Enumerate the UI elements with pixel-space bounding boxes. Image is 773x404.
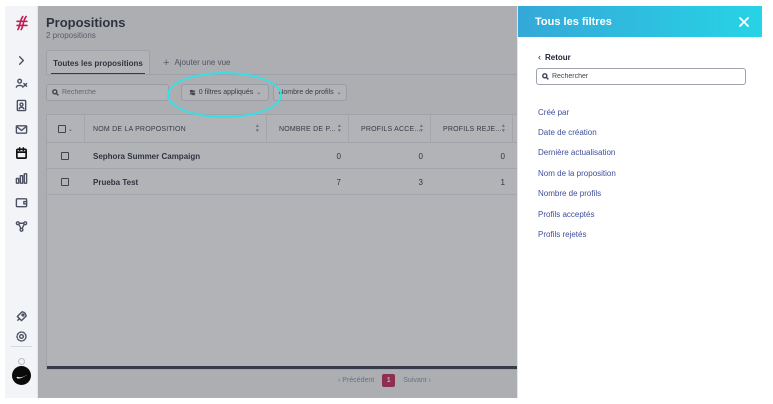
mail-icon[interactable] <box>9 119 34 139</box>
rocket-icon[interactable] <box>9 306 34 326</box>
back-label: Retour <box>545 52 571 62</box>
filter-field-creation-date[interactable]: Date de création <box>538 122 616 142</box>
expand-chevron-icon[interactable] <box>9 50 34 70</box>
chevron-left-icon: ‹ <box>538 52 541 62</box>
avatar[interactable] <box>12 366 31 385</box>
app-window: Propositions 2 propositions Toutes les p… <box>5 6 762 398</box>
filter-field-proposition-name[interactable]: Nom de la proposition <box>538 163 616 183</box>
panel-header: Tous les filtres <box>518 6 762 37</box>
filter-field-last-updated[interactable]: Dernière actualisation <box>538 143 616 163</box>
status-indicator <box>18 358 25 365</box>
swoosh-logo-icon <box>15 374 28 379</box>
back-button[interactable]: ‹ Retour <box>538 52 571 62</box>
filter-field-rejected-profiles[interactable]: Profils rejetés <box>538 224 616 244</box>
filter-field-list: Créé par Date de création Dernière actua… <box>538 102 616 245</box>
filter-field-profile-count[interactable]: Nombre de profils <box>538 184 616 204</box>
panel-search-input[interactable] <box>552 73 737 80</box>
filter-field-created-by[interactable]: Créé par <box>538 102 616 122</box>
wallet-icon[interactable] <box>9 192 34 212</box>
modal-backdrop[interactable] <box>38 6 550 398</box>
brand-logo-icon[interactable] <box>11 12 33 34</box>
network-icon[interactable] <box>9 216 34 236</box>
analytics-icon[interactable] <box>9 168 34 188</box>
panel-search-field[interactable] <box>536 68 746 85</box>
all-filters-panel: Tous les filtres ‹ Retour Créé par Date … <box>517 6 762 398</box>
filter-field-accepted-profiles[interactable]: Profils acceptés <box>538 204 616 224</box>
proposals-icon[interactable] <box>9 143 34 163</box>
sidebar-divider <box>11 346 32 347</box>
settings-icon[interactable] <box>9 326 34 346</box>
sidebar <box>5 6 38 398</box>
contacts-icon[interactable] <box>9 95 34 115</box>
search-icon <box>542 73 549 80</box>
close-icon[interactable] <box>738 15 750 27</box>
panel-title: Tous les filtres <box>535 15 612 28</box>
people-icon[interactable] <box>9 73 34 93</box>
